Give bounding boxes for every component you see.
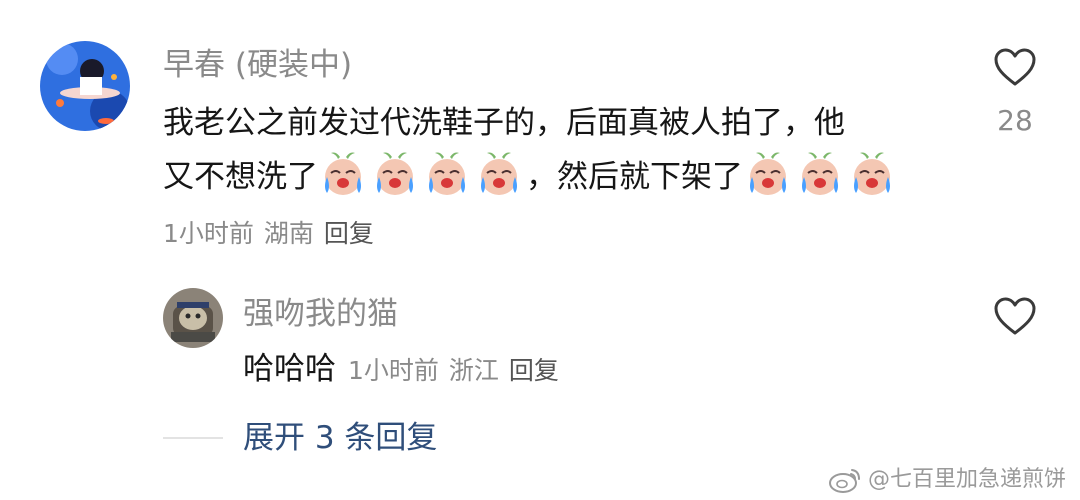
reply-like-button[interactable]: [993, 296, 1037, 336]
crying-face-icon: [795, 149, 845, 199]
like-button[interactable]: [993, 47, 1037, 87]
reply-username[interactable]: 强吻我的猫: [243, 296, 398, 332]
comment-username[interactable]: 早春 (硬装中): [163, 47, 352, 83]
reply-text: 哈哈哈: [243, 351, 336, 387]
reply-location: 浙江: [448, 356, 499, 385]
like-count: 28: [997, 104, 1033, 137]
reply-time: 1小时前: [348, 356, 439, 385]
expand-replies-button[interactable]: 展开 3 条回复: [243, 420, 437, 456]
divider: [163, 437, 223, 439]
heart-icon: [994, 297, 1036, 335]
crying-face-icon: [370, 149, 420, 199]
comment-text-part: ，然后就下架了: [526, 159, 743, 195]
comment-text-line-2: 又不想洗了 ，然后就下架了: [163, 149, 899, 205]
comment-text-line-1: 我老公之前发过代洗鞋子的，后面真被人拍了，他: [163, 105, 845, 141]
crying-face-icon: [422, 149, 472, 199]
reply-meta: 1小时前 浙江 回复: [348, 356, 559, 386]
comment-time: 1小时前: [163, 219, 254, 248]
reply-avatar[interactable]: [163, 288, 223, 348]
crying-face-icon: [847, 149, 897, 199]
watermark: @七百里加急递煎饼: [828, 466, 1066, 494]
crying-face-icon: [743, 149, 793, 199]
weibo-logo-icon: [828, 469, 860, 493]
comment-meta: 1小时前 湖南 回复: [163, 219, 374, 249]
watermark-text: @七百里加急递煎饼: [867, 467, 1066, 492]
crying-face-icon: [474, 149, 524, 199]
reply-body: 哈哈哈 1小时前 浙江 回复: [243, 350, 559, 388]
crying-face-icon: [318, 149, 368, 199]
comment-text-part: 又不想洗了: [163, 159, 318, 195]
reply-reply-button[interactable]: 回复: [509, 356, 559, 385]
avatar[interactable]: [40, 41, 130, 131]
comment-location: 湖南: [263, 219, 314, 248]
reply-button[interactable]: 回复: [324, 219, 374, 248]
heart-icon: [994, 48, 1036, 86]
